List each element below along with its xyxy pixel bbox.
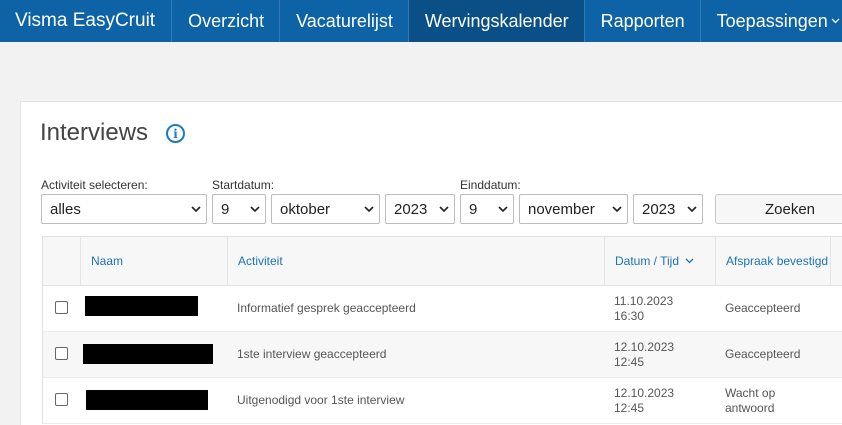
- column-header-naam[interactable]: Naam: [80, 237, 227, 285]
- start-month-select[interactable]: oktober: [271, 194, 380, 224]
- column-header-activiteit[interactable]: Activiteit: [227, 237, 604, 285]
- activity-filter-label: Activiteit selecteren:: [41, 178, 148, 192]
- row-date: 11.10.2023: [614, 293, 674, 308]
- extra-column-header: [830, 237, 842, 285]
- table-row[interactable]: 1ste interview geaccepteerd 12.10.2023 1…: [42, 332, 842, 378]
- interviews-panel: Interviews i Activiteit selecteren: alle…: [20, 101, 842, 425]
- row-time: 12:45: [614, 400, 645, 415]
- redacted-name: [86, 390, 208, 410]
- row-time: 12:45: [614, 354, 645, 369]
- column-header-datum[interactable]: Datum / Tijd: [604, 237, 715, 285]
- nav-rapporten[interactable]: Rapporten: [585, 0, 701, 42]
- row-activity: Uitgenodigd voor 1ste interview: [237, 393, 405, 407]
- table-header: Naam Activiteit Datum / Tijd Afspraak be…: [42, 236, 842, 286]
- end-month-select[interactable]: november: [519, 194, 628, 224]
- nav-vacaturelijst[interactable]: Vacaturelijst: [280, 0, 409, 42]
- brand-logo[interactable]: Visma EasyCruit: [0, 0, 173, 42]
- chevron-down-icon: [498, 206, 508, 213]
- row-activity: 1ste interview geaccepteerd: [237, 347, 387, 361]
- end-day-select[interactable]: 9: [460, 194, 514, 224]
- row-datetime: 12.10.2023 12:45: [604, 332, 674, 377]
- start-day-select[interactable]: 9: [212, 194, 266, 224]
- end-date-label: Einddatum:: [460, 178, 521, 192]
- row-date: 12.10.2023: [614, 339, 675, 354]
- row-date: 12.10.2023: [614, 385, 675, 400]
- select-column-header: [43, 237, 80, 285]
- column-header-afspraak[interactable]: Afspraak bevestigd: [715, 237, 830, 285]
- start-month-value: oktober: [280, 200, 331, 218]
- row-activity: Informatief gesprek geaccepteerd: [237, 301, 416, 315]
- row-confirmed: Geaccepteerd: [725, 301, 801, 315]
- redacted-name: [83, 344, 213, 364]
- interviews-table: Naam Activiteit Datum / Tijd Afspraak be…: [42, 236, 842, 424]
- nav-wervingskalender[interactable]: Wervingskalender: [408, 0, 585, 42]
- row-checkbox[interactable]: [55, 393, 68, 406]
- end-year-select[interactable]: 2023: [633, 194, 703, 224]
- row-datetime: 11.10.2023 16:30: [604, 286, 673, 331]
- chevron-down-icon: [687, 206, 697, 213]
- top-navbar: Visma EasyCruit Overzicht Vacaturelijst …: [0, 0, 842, 42]
- column-header-datum-label: Datum / Tijd: [615, 254, 680, 268]
- chevron-down-icon: [191, 206, 201, 213]
- info-icon[interactable]: i: [166, 124, 185, 143]
- end-year-value: 2023: [642, 200, 676, 218]
- nav-toepassingen-label: Toepassingen: [716, 10, 828, 31]
- nav-toepassingen[interactable]: Toepassingen: [701, 0, 842, 42]
- table-row[interactable]: Uitgenodigd voor 1ste interview 12.10.20…: [42, 378, 842, 424]
- nav-overzicht[interactable]: Overzicht: [172, 0, 281, 42]
- end-month-value: november: [528, 200, 595, 218]
- page-title: Interviews: [40, 119, 149, 146]
- chevron-down-icon: [439, 206, 449, 213]
- row-checkbox[interactable]: [55, 347, 68, 360]
- search-button[interactable]: Zoeken: [715, 194, 842, 224]
- chevron-down-icon: [250, 206, 260, 213]
- start-year-value: 2023: [394, 200, 428, 218]
- activity-select[interactable]: alles: [41, 194, 207, 224]
- row-confirmed: Wacht op antwoord: [725, 385, 776, 415]
- start-year-select[interactable]: 2023: [385, 194, 455, 224]
- chevron-down-icon: [364, 206, 374, 213]
- table-row[interactable]: Informatief gesprek geaccepteerd 11.10.2…: [42, 286, 842, 332]
- row-confirmed: Geaccepteerd: [725, 347, 801, 361]
- row-checkbox[interactable]: [55, 301, 68, 314]
- redacted-name: [85, 296, 198, 316]
- row-datetime: 12.10.2023 12:45: [604, 378, 674, 423]
- chevron-down-icon: [831, 18, 840, 24]
- row-time: 16:30: [614, 308, 645, 323]
- start-date-label: Startdatum:: [212, 178, 275, 192]
- end-day-value: 9: [469, 200, 478, 218]
- chevron-down-icon: [612, 206, 622, 213]
- start-day-value: 9: [221, 200, 230, 218]
- sort-descending-icon[interactable]: [685, 258, 694, 264]
- activity-select-value: alles: [50, 200, 81, 218]
